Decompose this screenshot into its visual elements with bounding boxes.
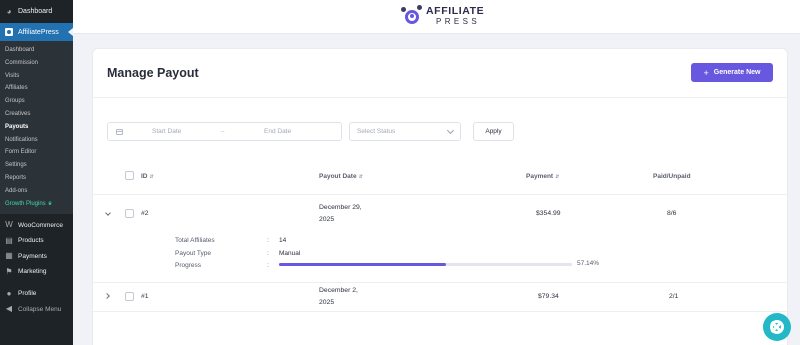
chevron-down-icon <box>446 126 455 135</box>
sidebar-collapse-menu[interactable]: ◀ Collapse Menu <box>0 301 73 317</box>
submenu-item-visits[interactable]: Visits <box>0 70 73 83</box>
apply-button[interactable]: Apply <box>473 122 514 141</box>
generate-new-button[interactable]: + Generate New <box>691 63 773 82</box>
submenu-item-dashboard[interactable]: Dashboard <box>0 44 73 57</box>
date-range-picker[interactable]: Start Date – End Date <box>107 122 342 141</box>
sidebar-item-label: Dashboard <box>18 8 53 15</box>
sidebar-item-products[interactable]: ▤ Products <box>0 233 73 249</box>
progress-percent: 57.14% <box>577 260 600 267</box>
woocommerce-icon: W <box>5 220 13 230</box>
profile-icon: ● <box>6 288 12 298</box>
expand-row-icon[interactable] <box>104 293 110 299</box>
sort-icon: ⇵ <box>555 174 560 180</box>
status-select-placeholder: Select Status <box>357 128 396 135</box>
payments-icon: ▦ <box>5 251 13 261</box>
column-header-id[interactable]: ID ⇵ <box>141 173 154 180</box>
payout-type-label: Payout Type <box>175 250 212 257</box>
page-title: Manage Payout <box>107 66 199 80</box>
row-payment: $79.34 <box>538 293 559 300</box>
dashboard-icon: ◕ <box>6 6 12 16</box>
sidebar-item-woocommerce[interactable]: W WooCommerce <box>0 217 73 233</box>
start-date-input[interactable]: Start Date <box>152 128 181 135</box>
help-button[interactable] <box>763 313 791 341</box>
total-affiliates-label: Total Affiliates <box>175 237 215 244</box>
top-header: AFFILIATE PRESS <box>73 0 800 34</box>
submenu-item-notifications[interactable]: Notifications <box>0 134 73 147</box>
sidebar-item-marketing[interactable]: ⚑ Marketing <box>0 264 73 280</box>
lifebuoy-icon <box>770 320 784 334</box>
logo-text-line2: PRESS <box>436 16 481 26</box>
collapse-icon: ◀ <box>5 304 13 314</box>
sidebar-item-label: Products <box>18 237 44 245</box>
sidebar-item-dashboard[interactable]: ◕ Dashboard <box>0 0 73 23</box>
submenu-item-payouts[interactable]: Payouts <box>0 121 73 134</box>
row-paid-unpaid: 8/6 <box>667 210 677 217</box>
sidebar-item-label: Profile <box>18 290 37 298</box>
payout-type-value: Manual <box>279 250 301 257</box>
submenu-item-add-ons[interactable]: Add-ons <box>0 185 73 198</box>
row-payment: $354.99 <box>536 210 561 217</box>
affiliatepress-icon <box>5 28 13 36</box>
row-id: #1 <box>141 293 149 300</box>
submenu-item-growth-plugins[interactable]: Growth Plugins ♛ <box>0 198 73 211</box>
submenu-item-affiliates[interactable]: Affiliates <box>0 82 73 95</box>
sidebar-item-label: Marketing <box>18 268 47 276</box>
sidebar-item-profile[interactable]: ● Profile <box>0 286 73 302</box>
submenu-item-reports[interactable]: Reports <box>0 172 73 185</box>
row-paid-unpaid: 2/1 <box>669 293 679 300</box>
column-header-payment[interactable]: Payment ⇵ <box>526 173 559 180</box>
row-payout-date: December 29, 2025 <box>319 204 362 223</box>
generate-new-label: Generate New <box>713 69 761 76</box>
logo-text-line1: AFFILIATE <box>426 5 485 18</box>
status-select[interactable]: Select Status <box>349 122 461 141</box>
select-all-checkbox[interactable] <box>125 171 134 180</box>
products-icon: ▤ <box>5 235 13 245</box>
row-checkbox[interactable] <box>125 292 134 301</box>
submenu-item-groups[interactable]: Groups <box>0 95 73 108</box>
row-id: #2 <box>141 210 149 217</box>
marketing-icon: ⚑ <box>5 266 13 276</box>
column-header-paid-unpaid: Paid/Unpaid <box>653 173 691 180</box>
row-payout-date: December 2, 2025 <box>319 287 358 306</box>
sidebar-item-label: Collapse Menu <box>18 305 62 313</box>
admin-sidebar: ◕ Dashboard AffiliatePress Dashboard Com… <box>0 0 73 345</box>
sidebar-item-label: AffiliatePress <box>18 28 59 36</box>
submenu-item-creatives[interactable]: Creatives <box>0 108 73 121</box>
collapse-row-icon[interactable] <box>105 210 111 216</box>
date-separator: – <box>221 128 225 135</box>
row-checkbox[interactable] <box>125 209 134 218</box>
crown-icon: ♛ <box>47 200 53 207</box>
sort-icon: ⇵ <box>149 174 154 180</box>
affiliatepress-logo-icon <box>401 5 423 27</box>
payout-card: Manage Payout + Generate New Start Date … <box>92 48 788 345</box>
end-date-input[interactable]: End Date <box>264 128 291 135</box>
card-header: Manage Payout + Generate New <box>93 49 787 98</box>
sidebar-item-label: WooCommerce <box>18 221 64 229</box>
affiliatepress-submenu: Dashboard Commission Visits Affiliates G… <box>0 41 73 215</box>
submenu-item-commission[interactable]: Commission <box>0 57 73 70</box>
sidebar-item-payments[interactable]: ▦ Payments <box>0 249 73 265</box>
row-details: Total Affiliates : 14 Payout Type : Manu… <box>93 229 787 282</box>
submenu-item-form-editor[interactable]: Form Editor <box>0 146 73 159</box>
affiliatepress-logo: AFFILIATE PRESS <box>401 5 484 27</box>
calendar-icon <box>116 128 123 135</box>
submenu-item-settings[interactable]: Settings <box>0 159 73 172</box>
sidebar-item-label: Payments <box>18 252 47 260</box>
progress-label: Progress <box>175 262 202 269</box>
progress-bar <box>279 263 572 266</box>
submenu-item-label: Growth Plugins <box>5 200 46 207</box>
progress-bar-fill <box>279 263 447 266</box>
sort-icon: ⇵ <box>358 174 363 180</box>
sidebar-item-affiliatepress[interactable]: AffiliatePress <box>0 23 73 41</box>
total-affiliates-value: 14 <box>279 237 287 244</box>
column-header-payout-date[interactable]: Payout Date ⇵ <box>319 173 363 180</box>
plus-icon: + <box>703 67 709 78</box>
